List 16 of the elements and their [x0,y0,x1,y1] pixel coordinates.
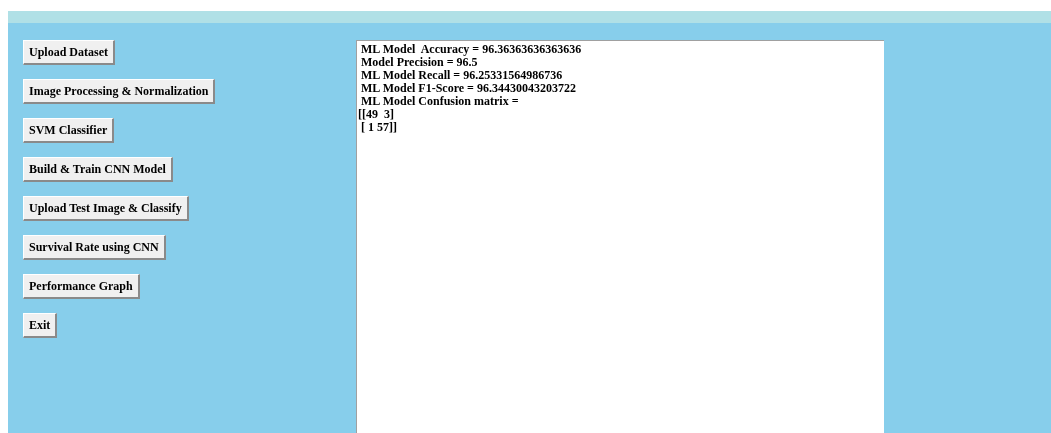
action-button[interactable]: Exit [23,313,58,338]
output-line: ML Model F1-Score = 96.34430043203722 [360,82,576,95]
output-text-area[interactable]: ML Model Accuracy = 96.36363636363636 Model Precision = 96.5 ML Model Recall = 96.25331564986736 ML Model F1-Score = 96.34430043203722 ML Model Confusion matrix = [[49 3] [ 1 57]] [356,40,884,433]
output-line: [[49 3] [358,108,394,121]
output-line: [ 1 57]] [360,121,397,134]
action-button[interactable]: Upload Dataset [23,40,115,65]
output-line: ML Model Accuracy = 96.36363636363636 [360,43,582,56]
action-button[interactable]: Build & Train CNN Model [23,157,173,182]
output-line: ML Model Confusion matrix = [360,95,519,108]
action-button[interactable]: SVM Classifier [23,118,115,143]
output-line: ML Model Recall = 96.25331564986736 [360,69,563,82]
action-button[interactable]: Image Processing & Normalization [23,79,216,104]
action-button[interactable]: Performance Graph [23,274,140,299]
output-line: Model Precision = 96.5 [360,56,478,69]
action-button[interactable]: Upload Test Image & Classify [23,196,189,221]
action-button[interactable]: Survival Rate using CNN [23,235,166,260]
